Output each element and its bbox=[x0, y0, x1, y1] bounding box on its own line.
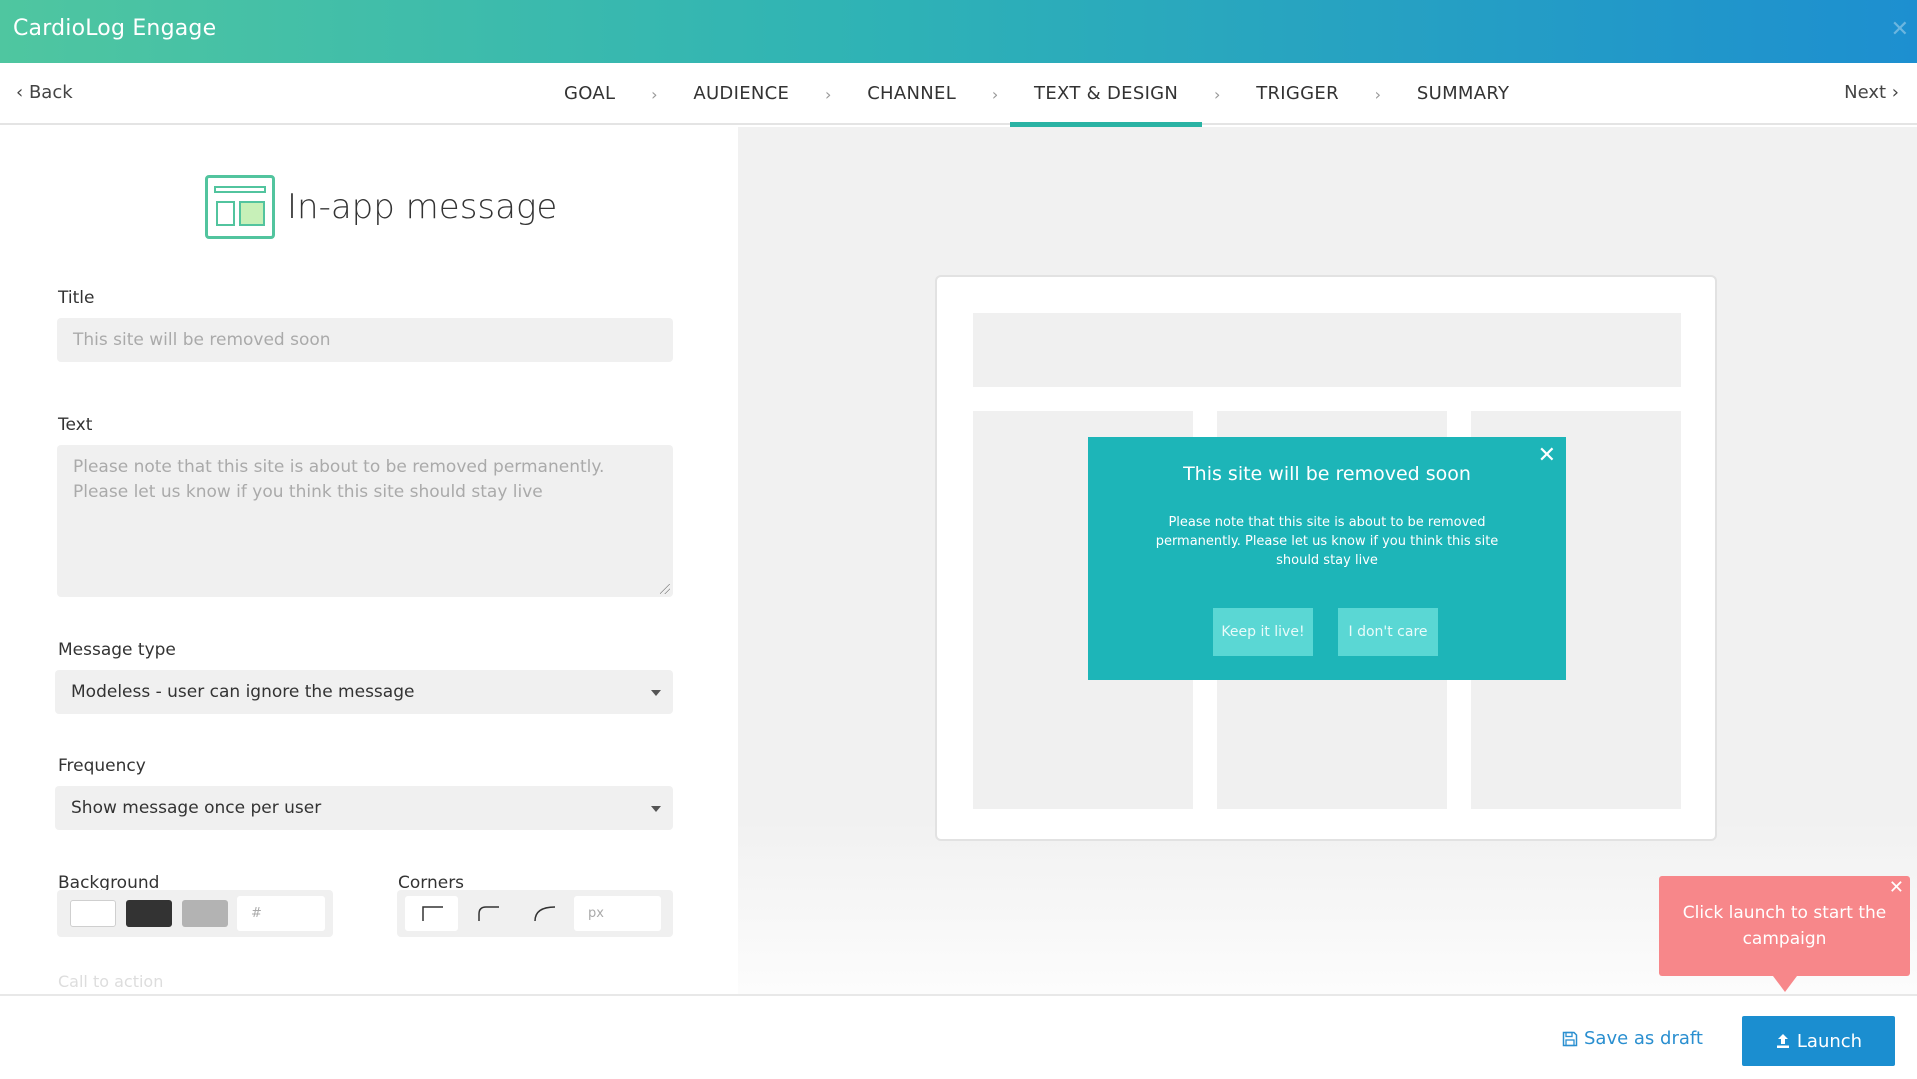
chevron-right-icon: › bbox=[651, 84, 658, 104]
modal-title: This site will be removed soon bbox=[1183, 463, 1471, 485]
swatch-dark[interactable] bbox=[126, 900, 172, 927]
caret-down-icon bbox=[651, 690, 661, 696]
preview-panel: ✕ This site will be removed soon Please … bbox=[738, 127, 1917, 994]
background-picker: # bbox=[57, 890, 333, 937]
call-to-action-label: Call to action bbox=[58, 972, 164, 991]
title-input[interactable]: This site will be removed soon bbox=[57, 318, 673, 362]
wizard-nav: ‹ Back GOAL › AUDIENCE › CHANNEL › TEXT … bbox=[0, 63, 1917, 127]
resize-handle-icon[interactable] bbox=[660, 584, 670, 594]
placeholder-banner bbox=[973, 313, 1681, 387]
save-draft-label: Save as draft bbox=[1584, 1028, 1703, 1049]
step-text-design[interactable]: TEXT & DESIGN bbox=[1010, 63, 1203, 127]
title-label: Title bbox=[58, 288, 95, 308]
chevron-right-icon: › bbox=[1891, 82, 1899, 103]
swatch-gray[interactable] bbox=[182, 900, 228, 927]
hex-color-input[interactable]: # bbox=[237, 896, 325, 931]
in-app-message-icon bbox=[205, 175, 275, 239]
text-label: Text bbox=[58, 415, 93, 435]
frequency-label: Frequency bbox=[58, 756, 146, 776]
text-placeholder-line: Please let us know if you think this sit… bbox=[73, 482, 543, 502]
chevron-right-icon: › bbox=[1374, 84, 1382, 104]
back-label: Back bbox=[28, 82, 73, 103]
form-panel: In-app message Title This site will be r… bbox=[0, 127, 738, 994]
preview-frame: ✕ This site will be removed soon Please … bbox=[935, 275, 1717, 841]
close-icon[interactable]: ✕ bbox=[1889, 879, 1904, 897]
step-summary[interactable]: SUMMARY bbox=[1393, 63, 1533, 125]
corner-rounded-button[interactable] bbox=[461, 896, 514, 931]
back-button[interactable]: ‹ Back bbox=[16, 82, 73, 103]
dont-care-button[interactable]: I don't care bbox=[1338, 608, 1438, 656]
corner-rounded-icon bbox=[478, 906, 499, 921]
chevron-right-icon: › bbox=[1213, 84, 1221, 104]
next-button[interactable]: Next › bbox=[1844, 82, 1899, 103]
caret-down-icon bbox=[651, 806, 661, 812]
upload-icon bbox=[1776, 1034, 1789, 1048]
message-type-label: Message type bbox=[58, 640, 176, 660]
floppy-disk-icon bbox=[1562, 1031, 1578, 1046]
close-icon[interactable]: ✕ bbox=[1891, 17, 1909, 42]
launch-tooltip: ✕ Click launch to start the campaign bbox=[1659, 876, 1910, 992]
chevron-right-icon: › bbox=[991, 84, 999, 104]
panel-header: In-app message bbox=[205, 175, 557, 239]
text-placeholder-line: Please note that this site is about to b… bbox=[73, 457, 605, 477]
tooltip-line: campaign bbox=[1742, 929, 1827, 949]
launch-label: Launch bbox=[1796, 1030, 1863, 1052]
save-draft-button[interactable]: Save as draft bbox=[1562, 1028, 1703, 1049]
launch-button[interactable]: Launch bbox=[1742, 1016, 1895, 1066]
corners-picker: px bbox=[397, 890, 673, 937]
corner-round-button[interactable] bbox=[517, 896, 570, 931]
chevron-left-icon: ‹ bbox=[16, 82, 24, 103]
next-label: Next bbox=[1844, 82, 1887, 103]
chevron-right-icon: › bbox=[824, 84, 832, 104]
app-header: CardioLog Engage ✕ bbox=[0, 0, 1917, 63]
corner-px-input[interactable]: px bbox=[574, 896, 661, 931]
text-input[interactable]: Please note that this site is about to b… bbox=[57, 445, 673, 597]
corner-round-icon bbox=[534, 906, 556, 922]
frequency-value: Show message once per user bbox=[71, 798, 322, 818]
step-goal[interactable]: GOAL bbox=[540, 63, 639, 125]
corner-square-icon bbox=[422, 906, 443, 921]
step-trigger[interactable]: TRIGGER bbox=[1232, 63, 1363, 125]
modal-text-line: should stay live bbox=[1276, 553, 1378, 568]
modal-text-line: permanently. Please let us know if you t… bbox=[1155, 534, 1499, 549]
message-type-value: Modeless - user can ignore the message bbox=[71, 682, 415, 702]
corner-square-button[interactable] bbox=[405, 896, 458, 931]
wizard-steps: GOAL › AUDIENCE › CHANNEL › TEXT & DESIG… bbox=[540, 63, 1533, 127]
message-type-select[interactable]: Modeless - user can ignore the message bbox=[55, 670, 673, 714]
app-title: CardioLog Engage bbox=[13, 16, 217, 41]
frequency-select[interactable]: Show message once per user bbox=[55, 786, 673, 830]
swatch-white[interactable] bbox=[70, 900, 116, 927]
step-audience[interactable]: AUDIENCE bbox=[669, 63, 813, 125]
footer-bar: Save as draft Launch bbox=[0, 994, 1917, 1079]
panel-title: In-app message bbox=[287, 187, 558, 227]
step-channel[interactable]: CHANNEL bbox=[843, 63, 980, 125]
keep-it-live-button[interactable]: Keep it live! bbox=[1213, 608, 1313, 656]
tooltip-line: Click launch to start the bbox=[1682, 903, 1887, 923]
preview-modal: ✕ This site will be removed soon Please … bbox=[1088, 437, 1566, 680]
modal-text: Please note that this site is about to b… bbox=[1153, 513, 1501, 570]
modal-text-line: Please note that this site is about to b… bbox=[1168, 515, 1486, 530]
